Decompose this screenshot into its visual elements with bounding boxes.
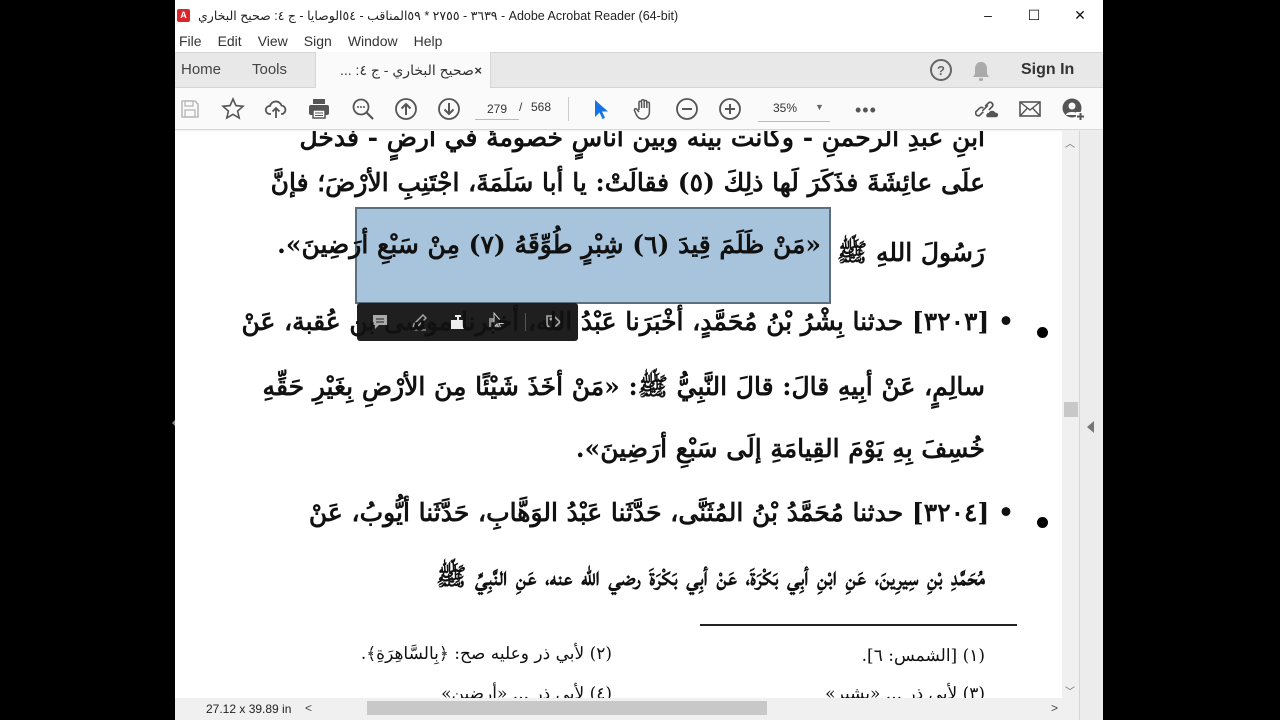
zoom-in-icon[interactable] [718, 97, 742, 121]
tab-document-label: صحيح البخاري - ج ٤: ... [340, 62, 474, 78]
menu-bar: File Edit View Sign Window Help [175, 30, 1103, 52]
zoom-level-dropdown[interactable]: 35% ▼ [758, 100, 830, 122]
help-icon[interactable]: ? [930, 59, 952, 81]
more-tools-icon[interactable]: ••• [855, 100, 877, 121]
text-selection-highlight[interactable]: «مَنْ ظَلَمَ قِيدَ (٦) شِبْرٍ طُوِّقَهُ … [277, 207, 831, 304]
window-title: ٣٦٣٩ - ٢٧٥٥ * ٥٩المناقب - ٥٤الوصايا - ج … [198, 8, 679, 23]
save-icon[interactable] [178, 97, 202, 121]
menu-help[interactable]: Help [406, 33, 451, 49]
title-bar: A ٣٦٣٩ - ٢٧٥٥ * ٥٩المناقب - ٥٤الوصايا - … [175, 0, 1103, 30]
tab-close-icon[interactable]: × [474, 63, 482, 78]
pdf-document-view[interactable]: ابنِ عبدِ الرحمنِ - وكانت بينه وبين أناس… [175, 131, 1072, 698]
total-pages: 568 [531, 100, 552, 114]
background-right [1103, 0, 1280, 720]
tab-bar: Home Tools صحيح البخاري - ج ٤: ... × ? S… [175, 52, 1103, 89]
print-icon[interactable] [307, 97, 331, 121]
chevron-down-icon: ▼ [815, 102, 824, 112]
toolbar-divider [568, 97, 569, 121]
menu-window[interactable]: Window [340, 33, 406, 49]
minimize-button[interactable]: – [965, 0, 1011, 30]
toolbar: 279 / 568 35% ▼ ••• [175, 88, 1103, 130]
tab-document[interactable]: صحيح البخاري - ج ٤: ... × [315, 52, 491, 89]
footnote-3: (٣) لأبي ذر ... «بشبرٍ» [825, 684, 985, 698]
doc-line-8: مُحَمَّدِ بْنِ سِيرِينَ، عَنِ ابْنِ أبِي… [436, 562, 985, 591]
footnote-1: (١) [الشمس: ٦]. [861, 646, 985, 666]
scroll-right-icon[interactable]: > [1051, 701, 1058, 715]
sign-in-button[interactable]: Sign In [1021, 61, 1074, 79]
maximize-button[interactable]: ☐ [1011, 0, 1057, 30]
doc-line-4: • [٣٢٠٣] حدثنا بِشْرُ بْنُ مُحَمَّدٍ، أخ… [241, 307, 1014, 336]
menu-view[interactable]: View [250, 33, 296, 49]
expand-panel-arrow-icon[interactable] [1087, 421, 1094, 433]
add-user-icon[interactable] [1061, 97, 1085, 121]
page-number-input[interactable]: 279 [475, 100, 519, 120]
doc-line-7: • [٣٢٠٤] حدثنا مُحَمَّدُ بْنُ المُثَنَّى… [308, 498, 1014, 527]
page-separator: / [519, 100, 523, 114]
menu-sign[interactable]: Sign [296, 33, 340, 49]
horizontal-scroll-thumb[interactable] [367, 701, 767, 715]
list-bullet [1037, 327, 1048, 338]
footnote-2: (٢) لأبي ذر وعليه صح: ﴿بِالسَّاهِرَةِ﴾. [360, 644, 612, 664]
bookmark-star-icon[interactable] [221, 97, 245, 121]
list-bullet [1037, 517, 1048, 528]
selected-text: «مَنْ ظَلَمَ قِيدَ (٦) شِبْرٍ طُوِّقَهُ … [277, 230, 821, 259]
search-icon[interactable] [351, 97, 375, 121]
scroll-left-icon[interactable]: < [305, 701, 312, 715]
menu-edit[interactable]: Edit [210, 33, 250, 49]
vertical-scroll-thumb[interactable] [1064, 402, 1078, 417]
zoom-out-icon[interactable] [675, 97, 699, 121]
select-tool-icon[interactable] [589, 97, 613, 121]
email-icon[interactable] [1018, 97, 1042, 121]
doc-line-2: علَى عائِشَةَ فذَكَرَ لَها ذلِكَ (٥) فقا… [270, 168, 985, 197]
background-left [0, 0, 175, 720]
hand-tool-icon[interactable] [632, 97, 656, 121]
next-page-icon[interactable] [437, 97, 461, 121]
right-side-panel [1079, 131, 1103, 720]
close-button[interactable]: ✕ [1057, 0, 1103, 30]
menu-file[interactable]: File [175, 33, 210, 49]
footnote-divider [700, 624, 1017, 626]
doc-line-5: سالِمٍ، عَنْ أبِيهِ قالَ: قالَ النَّبِيُ… [262, 372, 985, 401]
footnote-4: (٤) لأبي ذر ... «أرضين» [441, 684, 612, 698]
share-link-icon[interactable] [975, 97, 999, 121]
status-bar: 27.12 x 39.89 in < > [175, 698, 1079, 720]
acrobat-app-icon: A [177, 8, 190, 22]
vertical-scrollbar[interactable]: ︿ ﹀ [1062, 131, 1079, 698]
doc-line-1: ابنِ عبدِ الرحمنِ - وكانت بينه وبين أناس… [299, 131, 985, 152]
scroll-up-icon[interactable]: ︿ [1065, 135, 1075, 150]
doc-line-6: خُسِفَ بِهِ يَوْمَ القِيامَةِ إلَى سَبْع… [575, 434, 985, 463]
zoom-level-value: 35% [773, 101, 798, 115]
upload-cloud-icon[interactable] [264, 97, 288, 121]
acrobat-window: A ٣٦٣٩ - ٢٧٥٥ * ٥٩المناقب - ٥٤الوصايا - … [175, 0, 1103, 720]
tab-tools[interactable]: Tools [252, 61, 287, 78]
window-controls: – ☐ ✕ [965, 0, 1103, 30]
scroll-down-icon[interactable]: ﹀ [1065, 683, 1075, 698]
page-dimensions: 27.12 x 39.89 in [206, 702, 292, 716]
previous-page-icon[interactable] [394, 97, 418, 121]
notification-bell-icon[interactable] [971, 60, 991, 82]
tab-home[interactable]: Home [181, 61, 221, 78]
